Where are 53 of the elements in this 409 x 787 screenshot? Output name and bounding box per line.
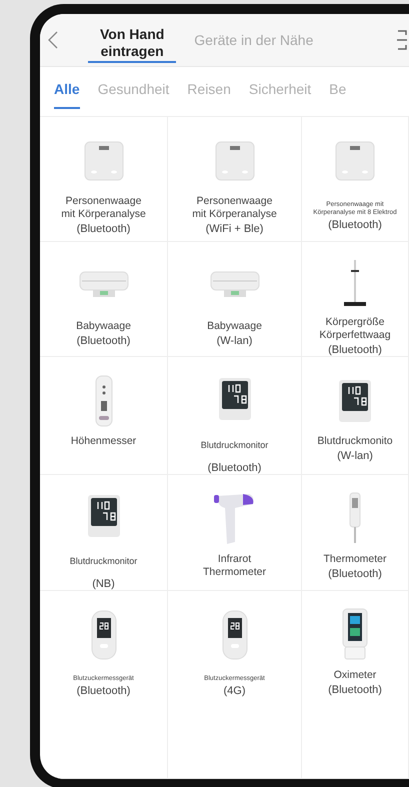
device-name: Oximeter	[334, 669, 376, 682]
device-tile[interactable]: Babywaage (Bluetooth)	[40, 242, 168, 357]
thermometer-gun-icon	[212, 492, 256, 546]
device-name: Personenwaage mit Körperanalyse	[61, 195, 146, 221]
device-connection: (NB)	[92, 578, 115, 590]
blood-pressure-monitor-icon	[86, 494, 120, 538]
glucose-meter-icon	[222, 610, 248, 660]
device-tile[interactable]: Personenwaage mit Körperanalyse (Bluetooth)	[40, 117, 168, 242]
device-connection: (Bluetooth)	[328, 219, 382, 231]
back-icon[interactable]	[48, 31, 58, 49]
scale-icon	[214, 141, 254, 181]
device-tile[interactable]: Blutdruckmonitor (NB)	[40, 475, 168, 591]
device-connection: (Bluetooth)	[76, 335, 130, 347]
device-tile[interactable]: Oximeter (Bluetooth)	[302, 591, 409, 779]
category-tab[interactable]: Alle	[54, 81, 80, 109]
device-connection: (WiFi + Ble)	[206, 223, 264, 235]
glucose-meter-icon	[90, 610, 116, 660]
height-meter-icon	[94, 375, 112, 427]
device-tile[interactable]: Blutdruckmonito (W-lan)	[302, 357, 409, 475]
device-connection: (W-lan)	[216, 335, 252, 347]
device-name: Blutdruckmonito	[317, 435, 393, 448]
device-tile[interactable]: Infrarot Thermometer	[168, 475, 302, 591]
device-connection: (Bluetooth)	[76, 223, 130, 235]
device-connection: (Bluetooth)	[328, 684, 382, 696]
device-connection: (Bluetooth)	[328, 344, 382, 356]
scale-icon	[335, 141, 375, 181]
device-name: Babywaage	[207, 320, 262, 333]
device-tile[interactable]: Personenwaage mit Körperanalyse (WiFi + Ble)	[168, 117, 302, 242]
device-name: Blutdruckmonitor	[70, 555, 138, 568]
device-tile[interactable]: Thermometer (Bluetooth)	[302, 475, 409, 591]
device-tile[interactable]: Blutdruckmonitor (Bluetooth)	[168, 357, 302, 475]
blood-pressure-monitor-icon	[218, 377, 252, 421]
device-connection: (W-lan)	[337, 450, 373, 462]
device-tile[interactable]: Höhenmesser	[40, 357, 168, 475]
device-name: Infrarot Thermometer	[202, 553, 266, 579]
thermometer-icon	[348, 492, 362, 546]
device-connection: (Bluetooth)	[208, 462, 262, 474]
device-name: Höhenmesser	[70, 435, 136, 448]
scan-icon[interactable]	[397, 30, 407, 50]
device-name: Thermometer	[323, 553, 386, 566]
device-connection: (Bluetooth)	[328, 568, 382, 580]
device-name: Personenwaage mit Körperanalyse	[192, 195, 277, 221]
device-name: Körpergröße Körperfettwaag	[319, 316, 391, 342]
device-tile[interactable]: Körpergröße Körperfettwaag (Bluetooth)	[302, 242, 409, 357]
tab[interactable]: Von Hand eintragen	[88, 26, 176, 62]
device-connection: (Bluetooth)	[76, 685, 130, 697]
device-connection: (4G)	[224, 685, 246, 697]
device-name: Babywaage	[76, 320, 131, 333]
oximeter-icon	[341, 608, 369, 662]
device-tile[interactable]: Babywaage (W-lan)	[168, 242, 302, 357]
blood-pressure-monitor-icon	[338, 379, 372, 423]
device-name: Blutdruckmonitor	[200, 439, 268, 452]
scale-icon	[84, 141, 124, 181]
